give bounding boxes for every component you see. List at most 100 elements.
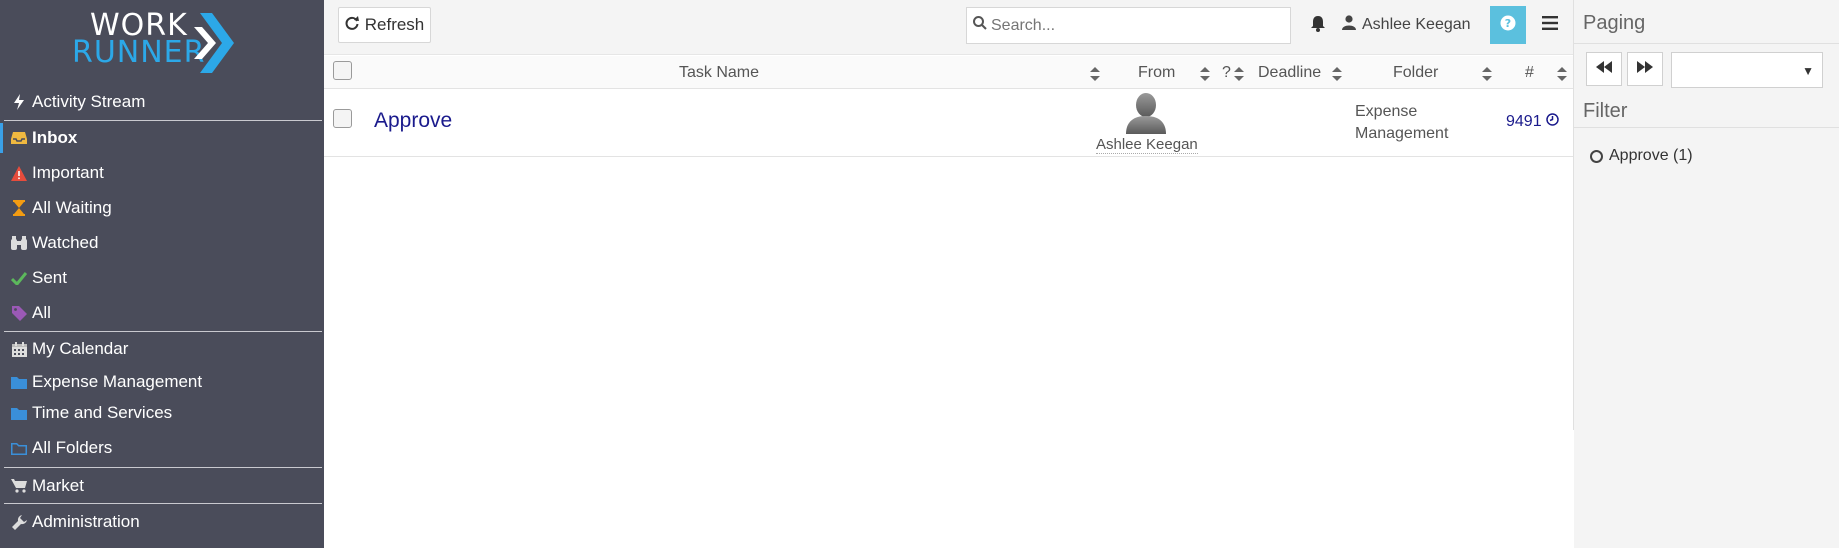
- sort-icon[interactable]: [1090, 67, 1100, 86]
- right-panel: Paging ▼ Filter Approve (1): [1574, 0, 1839, 548]
- from-user-name[interactable]: Ashlee Keegan: [1096, 136, 1198, 154]
- sort-icon[interactable]: [1482, 67, 1492, 86]
- svg-text:?: ?: [1505, 17, 1511, 30]
- sidebar-divider: [4, 467, 322, 468]
- user-icon: [1342, 15, 1356, 35]
- sidebar-item-all-folders[interactable]: All Folders: [0, 433, 324, 463]
- sidebar-item-all-waiting[interactable]: All Waiting: [0, 193, 324, 223]
- clock-icon: [1545, 113, 1559, 131]
- question-icon: ?: [1500, 15, 1516, 36]
- avatar: [1124, 90, 1168, 134]
- column-folder[interactable]: Folder: [1393, 64, 1438, 82]
- sidebar-item-inbox[interactable]: Inbox: [0, 123, 324, 153]
- sort-icon[interactable]: [1557, 67, 1567, 86]
- fast-forward-icon: [1637, 60, 1653, 78]
- table-row[interactable]: Approve Ashlee Keegan Expense Management…: [324, 90, 1574, 157]
- column-question[interactable]: ?: [1222, 64, 1231, 82]
- logo-text-runner: RUNNER: [72, 35, 206, 70]
- search-input[interactable]: [991, 16, 1281, 35]
- sidebar-item-label: Watched: [32, 233, 99, 252]
- folder-open-icon: [10, 439, 28, 457]
- calendar-icon: [10, 340, 28, 358]
- fast-backward-icon: [1596, 60, 1612, 78]
- sidebar-item-label: Important: [32, 163, 104, 182]
- tag-icon: [10, 304, 28, 322]
- inbox-icon: [10, 129, 28, 147]
- sidebar-item-label: Administration: [32, 512, 140, 531]
- sidebar-item-time-and-services[interactable]: Time and Services: [0, 398, 324, 428]
- cart-icon: [10, 477, 28, 495]
- hamburger-menu-icon[interactable]: [1542, 16, 1558, 35]
- filter-item-label: Approve (1): [1609, 147, 1693, 164]
- sidebar-item-market[interactable]: Market: [0, 471, 324, 501]
- sidebar-divider: [4, 503, 322, 504]
- column-deadline[interactable]: Deadline: [1258, 64, 1321, 82]
- sidebar-item-label: Sent: [32, 268, 67, 287]
- panel-divider-line: [1574, 127, 1839, 128]
- folder-icon: [10, 373, 28, 391]
- binoculars-icon: [10, 234, 28, 252]
- sidebar-item-all[interactable]: All: [0, 298, 324, 328]
- folder-icon: [10, 404, 28, 422]
- sidebar-item-label: My Calendar: [32, 339, 129, 358]
- column-number[interactable]: #: [1525, 64, 1534, 82]
- radio-icon[interactable]: [1590, 149, 1603, 163]
- sidebar-item-sent[interactable]: Sent: [0, 263, 324, 293]
- sidebar-divider: [4, 120, 322, 121]
- logo-arrow-icon: [194, 13, 234, 73]
- page-select[interactable]: ▼: [1671, 52, 1823, 88]
- task-number-value: 9491: [1506, 113, 1542, 130]
- sidebar-item-label: Market: [32, 476, 84, 495]
- paging-title: Paging: [1583, 12, 1646, 34]
- task-name-link[interactable]: Approve: [374, 109, 452, 133]
- sidebar-item-important[interactable]: Important: [0, 158, 324, 188]
- task-number[interactable]: 9491: [1506, 113, 1559, 131]
- sidebar-item-watched[interactable]: Watched: [0, 228, 324, 258]
- sidebar-item-my-calendar[interactable]: My Calendar: [0, 334, 324, 364]
- caret-down-icon: ▼: [1802, 64, 1814, 78]
- column-from[interactable]: From: [1138, 64, 1175, 82]
- sidebar-item-label: All Folders: [32, 438, 113, 457]
- sidebar-item-label: All Waiting: [32, 198, 112, 217]
- sidebar: WORK RUNNER Activity Stream Inbox Import…: [0, 0, 324, 548]
- select-all-checkbox[interactable]: [333, 61, 352, 80]
- column-task-name[interactable]: Task Name: [679, 64, 759, 82]
- search-box[interactable]: [966, 7, 1291, 44]
- sidebar-item-expense-management[interactable]: Expense Management: [0, 367, 324, 397]
- bolt-icon: [10, 93, 28, 111]
- filter-title: Filter: [1583, 100, 1628, 122]
- workrunner-logo[interactable]: WORK RUNNER: [70, 10, 250, 76]
- sidebar-item-label: Time and Services: [32, 403, 173, 422]
- sidebar-item-label: Expense Management: [32, 372, 203, 391]
- sidebar-item-activity-stream[interactable]: Activity Stream: [0, 87, 324, 117]
- sidebar-item-administration[interactable]: Administration: [0, 507, 324, 537]
- filter-item-approve[interactable]: Approve (1): [1590, 147, 1693, 165]
- help-button[interactable]: ?: [1490, 6, 1526, 44]
- refresh-button[interactable]: Refresh: [338, 7, 431, 43]
- sort-icon[interactable]: [1234, 67, 1244, 86]
- sort-icon[interactable]: [1200, 67, 1210, 86]
- row-checkbox[interactable]: [333, 109, 352, 128]
- refresh-label: Refresh: [364, 15, 425, 34]
- search-icon: [973, 16, 987, 35]
- warning-icon: [10, 164, 28, 182]
- panel-divider-line: [1574, 43, 1839, 44]
- refresh-icon: [345, 15, 359, 35]
- hourglass-icon: [10, 199, 28, 217]
- sidebar-item-label: All: [32, 303, 51, 322]
- table-header: Task Name From ? Deadline Folder #: [324, 56, 1574, 89]
- main-panel: Refresh Ashlee Keegan ? Task Name From: [324, 0, 1574, 548]
- toolbar: Refresh Ashlee Keegan ?: [324, 0, 1574, 55]
- user-menu[interactable]: Ashlee Keegan: [1342, 15, 1471, 35]
- sidebar-divider: [4, 331, 322, 332]
- wrench-icon: [10, 513, 28, 531]
- check-icon: [10, 269, 28, 287]
- first-page-button[interactable]: [1586, 52, 1622, 86]
- bell-icon[interactable]: [1310, 15, 1326, 37]
- folder-name: Expense Management: [1355, 103, 1449, 142]
- user-name: Ashlee Keegan: [1362, 16, 1471, 33]
- sort-icon[interactable]: [1332, 67, 1342, 86]
- next-page-button[interactable]: [1627, 52, 1663, 86]
- sidebar-item-label: Activity Stream: [32, 92, 146, 111]
- sidebar-item-label: Inbox: [32, 128, 78, 147]
